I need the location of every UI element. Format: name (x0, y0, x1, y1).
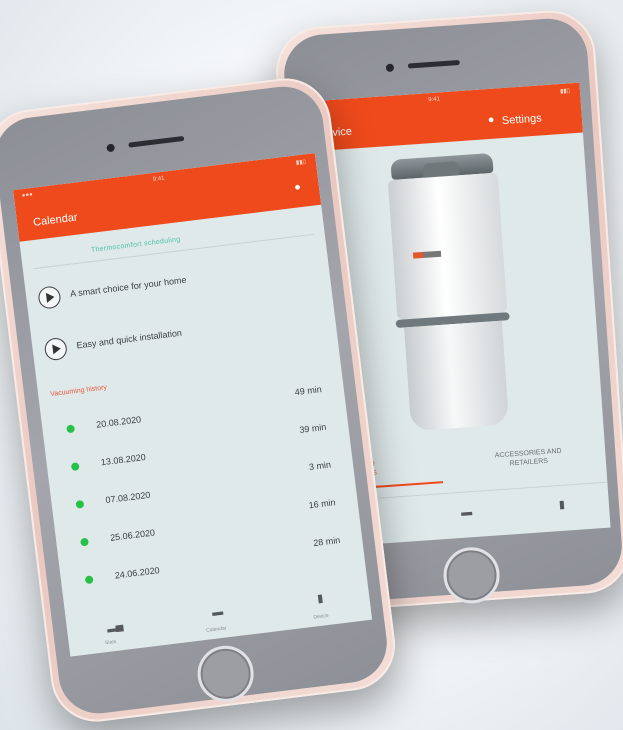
unit-body (387, 172, 508, 320)
stats-icon[interactable]: ▂▄ (106, 618, 124, 633)
status-dot (84, 575, 94, 585)
status-dot (80, 537, 89, 547)
unit-container (404, 320, 510, 432)
left-phone-face: ●●● 9:41 ▮▮▯ Calendar ● Thermocomfort sche… (0, 82, 392, 718)
history-list: 20.08.2020 49 min 13.08.2020 39 min 07.0… (40, 373, 366, 609)
earpiece-speaker (128, 135, 185, 148)
settings-link[interactable]: Settings (502, 112, 542, 127)
product-image (386, 152, 515, 432)
history-heading: Vacuuming history (49, 384, 108, 399)
earpiece-speaker (407, 59, 460, 69)
user-icon[interactable]: ● (294, 181, 302, 194)
status-dot (75, 499, 85, 509)
status-bar: ●●●9:41▮▮▯ (21, 159, 307, 200)
play-icon[interactable] (37, 285, 62, 310)
calendar-header: ●●● 9:41 ▮▮▯ Calendar ● (13, 153, 322, 242)
front-camera (106, 143, 116, 153)
tab-accessories[interactable]: ACCESSORIES AND RETAILERS (483, 446, 574, 470)
device-icon[interactable]: ▮ (316, 591, 323, 605)
tab-calendar-label: Calendar (205, 625, 227, 634)
status-bar: ●●●9:41▮▮▯ (306, 88, 571, 111)
tab-device-label: Device (313, 612, 329, 621)
device-header: ●●●9:41▮▮▯ Device ● Settings (298, 82, 583, 153)
user-icon[interactable]: ● (487, 114, 494, 126)
calendar-icon[interactable]: ▬ (211, 606, 223, 619)
home-button[interactable] (194, 642, 257, 706)
calendar-title: Calendar (32, 211, 79, 229)
device-icon[interactable]: ▮ (558, 498, 565, 511)
calendar-icon[interactable]: ▬ (461, 506, 473, 519)
front-camera (385, 63, 395, 73)
status-dot (66, 424, 76, 434)
tab-stats-label: Stats (104, 638, 117, 647)
status-dot (70, 462, 80, 472)
home-button[interactable] (441, 545, 502, 606)
left-screen: ●●● 9:41 ▮▮▯ Calendar ● Thermocomfort sche… (13, 153, 373, 657)
play-icon[interactable] (43, 336, 69, 362)
